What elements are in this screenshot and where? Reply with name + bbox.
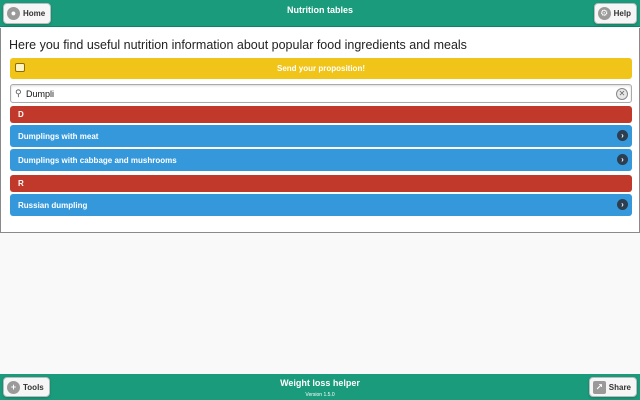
- page-title: Nutrition tables: [286, 5, 353, 15]
- list-divider-d: D: [10, 106, 632, 123]
- content-panel: Here you find useful nutrition informati…: [0, 28, 640, 233]
- chevron-right-icon: ›: [617, 199, 628, 210]
- chevron-right-icon: ›: [617, 154, 628, 165]
- share-icon: ↗: [592, 380, 606, 394]
- send-proposition-button[interactable]: Send your proposition!: [10, 58, 632, 79]
- search-input[interactable]: ⚲ Dumpli ✕: [10, 84, 632, 103]
- send-proposition-label: Send your proposition!: [277, 64, 365, 73]
- list-item-label: Dumplings with meat: [18, 131, 99, 141]
- divider-letter: R: [18, 179, 24, 188]
- chevron-right-icon: ›: [617, 130, 628, 141]
- list-item[interactable]: Dumplings with cabbage and mushrooms ›: [10, 149, 632, 171]
- search-value[interactable]: Dumpli: [26, 89, 54, 99]
- footer-bar: + Tools Weight loss helper Version 1.5.0…: [0, 374, 640, 400]
- intro-heading: Here you find useful nutrition informati…: [9, 38, 467, 52]
- app-title: Weight loss helper: [280, 378, 360, 388]
- list-item-label: Russian dumpling: [18, 200, 88, 210]
- share-button[interactable]: ↗ Share: [588, 377, 637, 397]
- help-label: Help: [613, 9, 631, 18]
- comment-icon: [15, 63, 25, 72]
- share-label: Share: [608, 382, 631, 392]
- list-item-label: Dumplings with cabbage and mushrooms: [18, 155, 177, 165]
- search-icon: ⚲: [15, 88, 22, 98]
- clear-search-icon[interactable]: ✕: [616, 88, 628, 100]
- list-item[interactable]: Dumplings with meat ›: [10, 125, 632, 147]
- list-divider-r: R: [10, 175, 632, 192]
- help-button[interactable]: ⚙ Help: [593, 3, 637, 24]
- divider-letter: D: [18, 110, 24, 119]
- list-item[interactable]: Russian dumpling ›: [10, 194, 632, 216]
- version-label: Version 1.5.0: [305, 392, 335, 398]
- header-bar: ● Home Nutrition tables ⚙ Help: [0, 0, 640, 27]
- gear-icon: ⚙: [597, 7, 611, 20]
